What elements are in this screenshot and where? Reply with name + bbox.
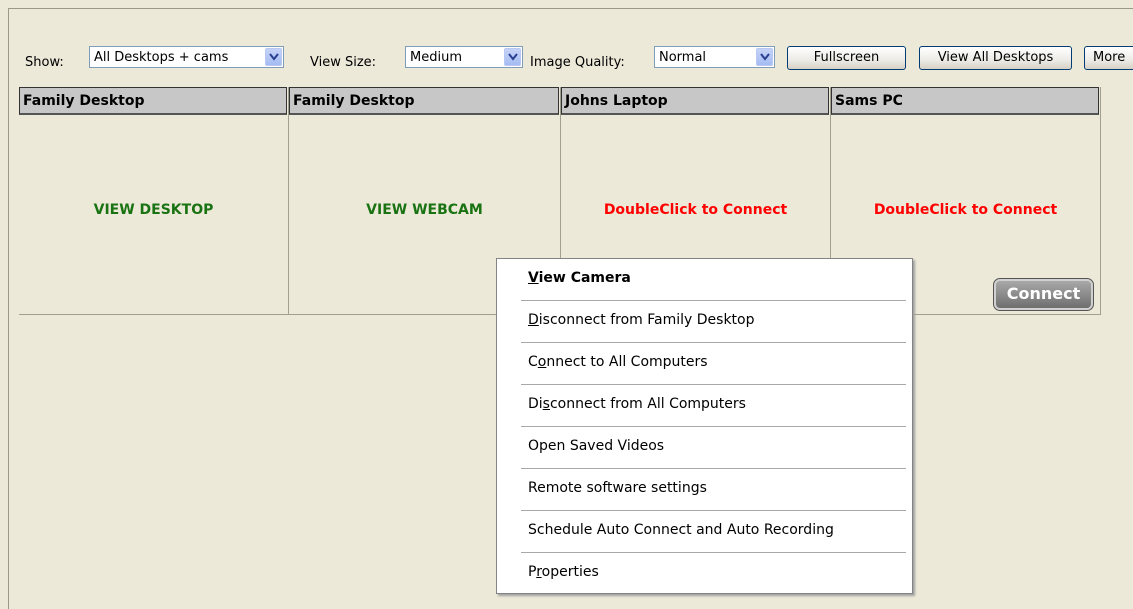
image-quality-select[interactable]: Normal — [654, 46, 775, 68]
view-all-desktops-button[interactable]: View All Desktops — [919, 46, 1072, 70]
menu-item-remote-settings[interactable]: Remote software settings — [498, 469, 911, 511]
double-click-connect-text: DoubleClick to Connect — [873, 202, 1058, 218]
menu-item-connect-all[interactable]: Connect to All Computers — [498, 343, 911, 385]
view-desktop-link[interactable]: VIEW DESKTOP — [19, 202, 288, 218]
connect-button[interactable]: Connect — [993, 278, 1094, 311]
view-size-label: View Size: — [310, 55, 377, 70]
chevron-down-icon[interactable] — [504, 48, 521, 66]
tile-title: Johns Laptop — [561, 87, 829, 115]
chevron-down-icon[interactable] — [756, 48, 773, 66]
tile-title: Sams PC — [831, 87, 1099, 115]
tile-title: Family Desktop — [19, 87, 287, 115]
show-select-value: All Desktops + cams — [94, 50, 229, 65]
chevron-down-icon[interactable] — [265, 48, 282, 66]
more-button[interactable]: More — [1084, 46, 1133, 70]
menu-item-open-saved-videos[interactable]: Open Saved Videos — [498, 427, 911, 469]
image-quality-value: Normal — [659, 50, 707, 65]
show-label: Show: — [25, 55, 64, 70]
menu-item-schedule-auto-connect[interactable]: Schedule Auto Connect and Auto Recording — [498, 511, 911, 553]
view-size-select[interactable]: Medium — [405, 46, 523, 68]
image-quality-label: Image Quality: — [530, 55, 625, 70]
view-webcam-link[interactable]: VIEW WEBCAM — [289, 202, 560, 218]
show-select[interactable]: All Desktops + cams — [89, 46, 284, 68]
menu-item-view-camera[interactable]: View Camera — [498, 259, 911, 301]
menu-item-disconnect-family-desktop[interactable]: Disconnect from Family Desktop — [498, 301, 911, 343]
view-size-value: Medium — [410, 50, 462, 65]
menu-item-properties[interactable]: Properties — [498, 553, 911, 595]
fullscreen-button[interactable]: Fullscreen — [787, 46, 906, 70]
toolbar: Show: All Desktops + cams View Size: Med… — [9, 9, 1133, 79]
context-menu: View Camera Disconnect from Family Deskt… — [496, 258, 913, 594]
double-click-connect-text: DoubleClick to Connect — [603, 202, 788, 218]
desktop-tile-1[interactable]: Family Desktop VIEW DESKTOP — [19, 87, 289, 315]
tile-title: Family Desktop — [289, 87, 559, 115]
menu-item-disconnect-all[interactable]: Disconnect from All Computers — [498, 385, 911, 427]
